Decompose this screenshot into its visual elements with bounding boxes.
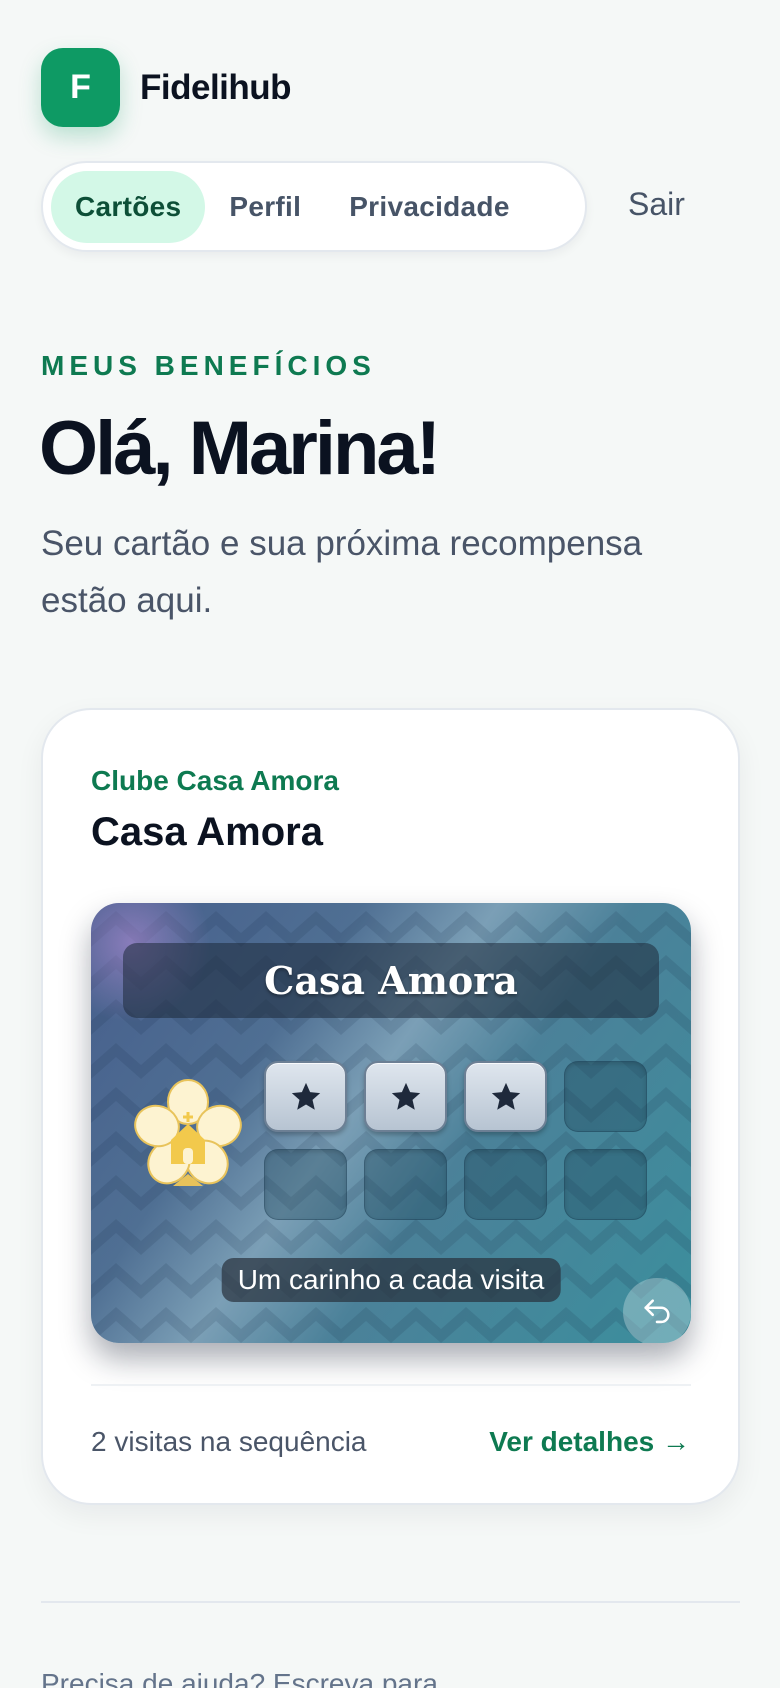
tab-privacidade[interactable]: Privacidade: [325, 171, 534, 243]
card-tagline: Um carinho a cada visita: [221, 1258, 561, 1302]
help-text: Precisa de ajuda? Escreva para: [41, 1668, 438, 1688]
card-divider: [91, 1384, 691, 1386]
tab-perfil[interactable]: Perfil: [205, 171, 325, 243]
stamp-slot-empty: [264, 1149, 347, 1220]
flower-house-icon: [134, 1079, 242, 1186]
tab-cartoes[interactable]: Cartões: [51, 170, 206, 243]
app-logo[interactable]: F: [41, 48, 120, 127]
stamp-slot-empty: [364, 1149, 447, 1220]
main-nav: Cartões Perfil Privacidade: [41, 161, 587, 252]
stamp-slot-empty: [564, 1061, 647, 1132]
stamp-slot-filled: [464, 1061, 547, 1132]
footer-divider: [41, 1601, 740, 1603]
app-name: Fidelihub: [140, 67, 292, 107]
stamp-slot-empty: [464, 1149, 547, 1220]
logout-link[interactable]: Sair: [628, 186, 685, 223]
loyalty-card-panel: Clube Casa Amora Casa Amora Casa Amora U…: [41, 708, 740, 1505]
star-icon: [291, 1082, 320, 1110]
section-eyebrow: MEUS BENEFÍCIOS: [41, 350, 376, 381]
stamp-slot-empty: [564, 1149, 647, 1220]
card-title: Casa Amora: [123, 943, 659, 1018]
app-header: F Fidelihub: [41, 48, 292, 127]
stamp-slot-filled: [364, 1061, 447, 1132]
stamp-card[interactable]: Casa Amora Um carinho a cada visita: [91, 903, 691, 1343]
store-name: Casa Amora: [91, 810, 323, 854]
star-icon: [491, 1082, 520, 1110]
page-title: Olá, Marina!: [39, 406, 441, 491]
visit-streak: 2 visitas na sequência: [91, 1426, 367, 1457]
stamp-slot-filled: [264, 1061, 347, 1132]
star-icon: [391, 1082, 420, 1110]
club-name: Clube Casa Amora: [91, 765, 339, 796]
page-subtitle: Seu cartão e sua próxima recompensa estã…: [41, 524, 643, 620]
flip-card-button[interactable]: [623, 1278, 691, 1343]
stamp-grid: [264, 1061, 647, 1220]
view-details-link[interactable]: Ver detalhes →: [489, 1426, 690, 1458]
flip-return-icon: [644, 1299, 670, 1324]
